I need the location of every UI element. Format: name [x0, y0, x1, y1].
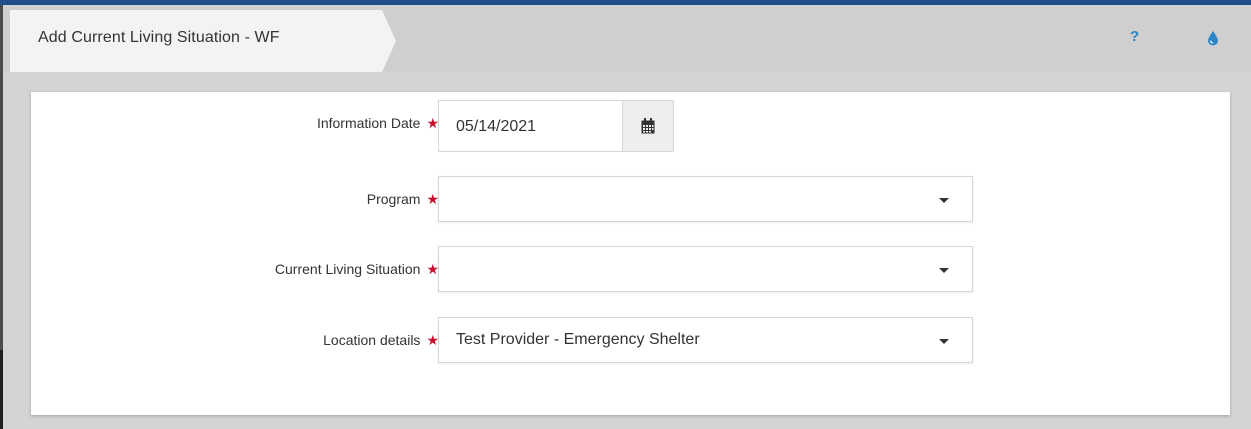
program-label: Program ★ [367, 191, 439, 207]
chevron-down-icon [939, 198, 949, 203]
page-title: Add Current Living Situation - WF [38, 29, 280, 46]
location-details-label-text: Location details [323, 332, 421, 348]
location-details-value: Test Provider - Emergency Shelter [456, 331, 700, 348]
information-date-group: 05/14/2021 [438, 100, 674, 152]
chevron-down-icon [939, 339, 949, 344]
calendar-button[interactable] [622, 100, 674, 152]
information-date-label-text: Information Date [316, 115, 421, 131]
current-living-situation-select[interactable] [438, 246, 973, 292]
program-row: Program ★ [31, 176, 1230, 224]
title-tab: Add Current Living Situation - WF [10, 10, 410, 72]
location-details-select[interactable]: Test Provider - Emergency Shelter [438, 317, 973, 363]
information-date-input[interactable]: 05/14/2021 [438, 100, 622, 152]
droplet-icon[interactable] [1207, 30, 1219, 46]
current-living-situation-label: Current Living Situation ★ [275, 261, 439, 277]
left-edge-dark [0, 350, 3, 429]
chevron-down-icon [939, 268, 949, 273]
program-select[interactable] [438, 176, 973, 222]
question-mark-icon[interactable]: ? [1130, 28, 1139, 45]
location-details-label: Location details ★ [323, 332, 439, 348]
information-date-value: 05/14/2021 [456, 118, 537, 135]
form-panel: Information Date ★ 05/14/2021 Program ★ … [31, 92, 1230, 415]
information-date-row: Information Date ★ 05/14/2021 [31, 100, 1230, 152]
program-label-text: Program [366, 191, 421, 207]
calendar-icon [641, 118, 655, 134]
current-living-situation-row: Current Living Situation ★ [31, 246, 1230, 294]
current-living-situation-label-text: Current Living Situation [274, 261, 421, 277]
information-date-label: Information Date ★ [317, 115, 439, 131]
location-details-row: Location details ★ Test Provider - Emerg… [31, 317, 1230, 365]
